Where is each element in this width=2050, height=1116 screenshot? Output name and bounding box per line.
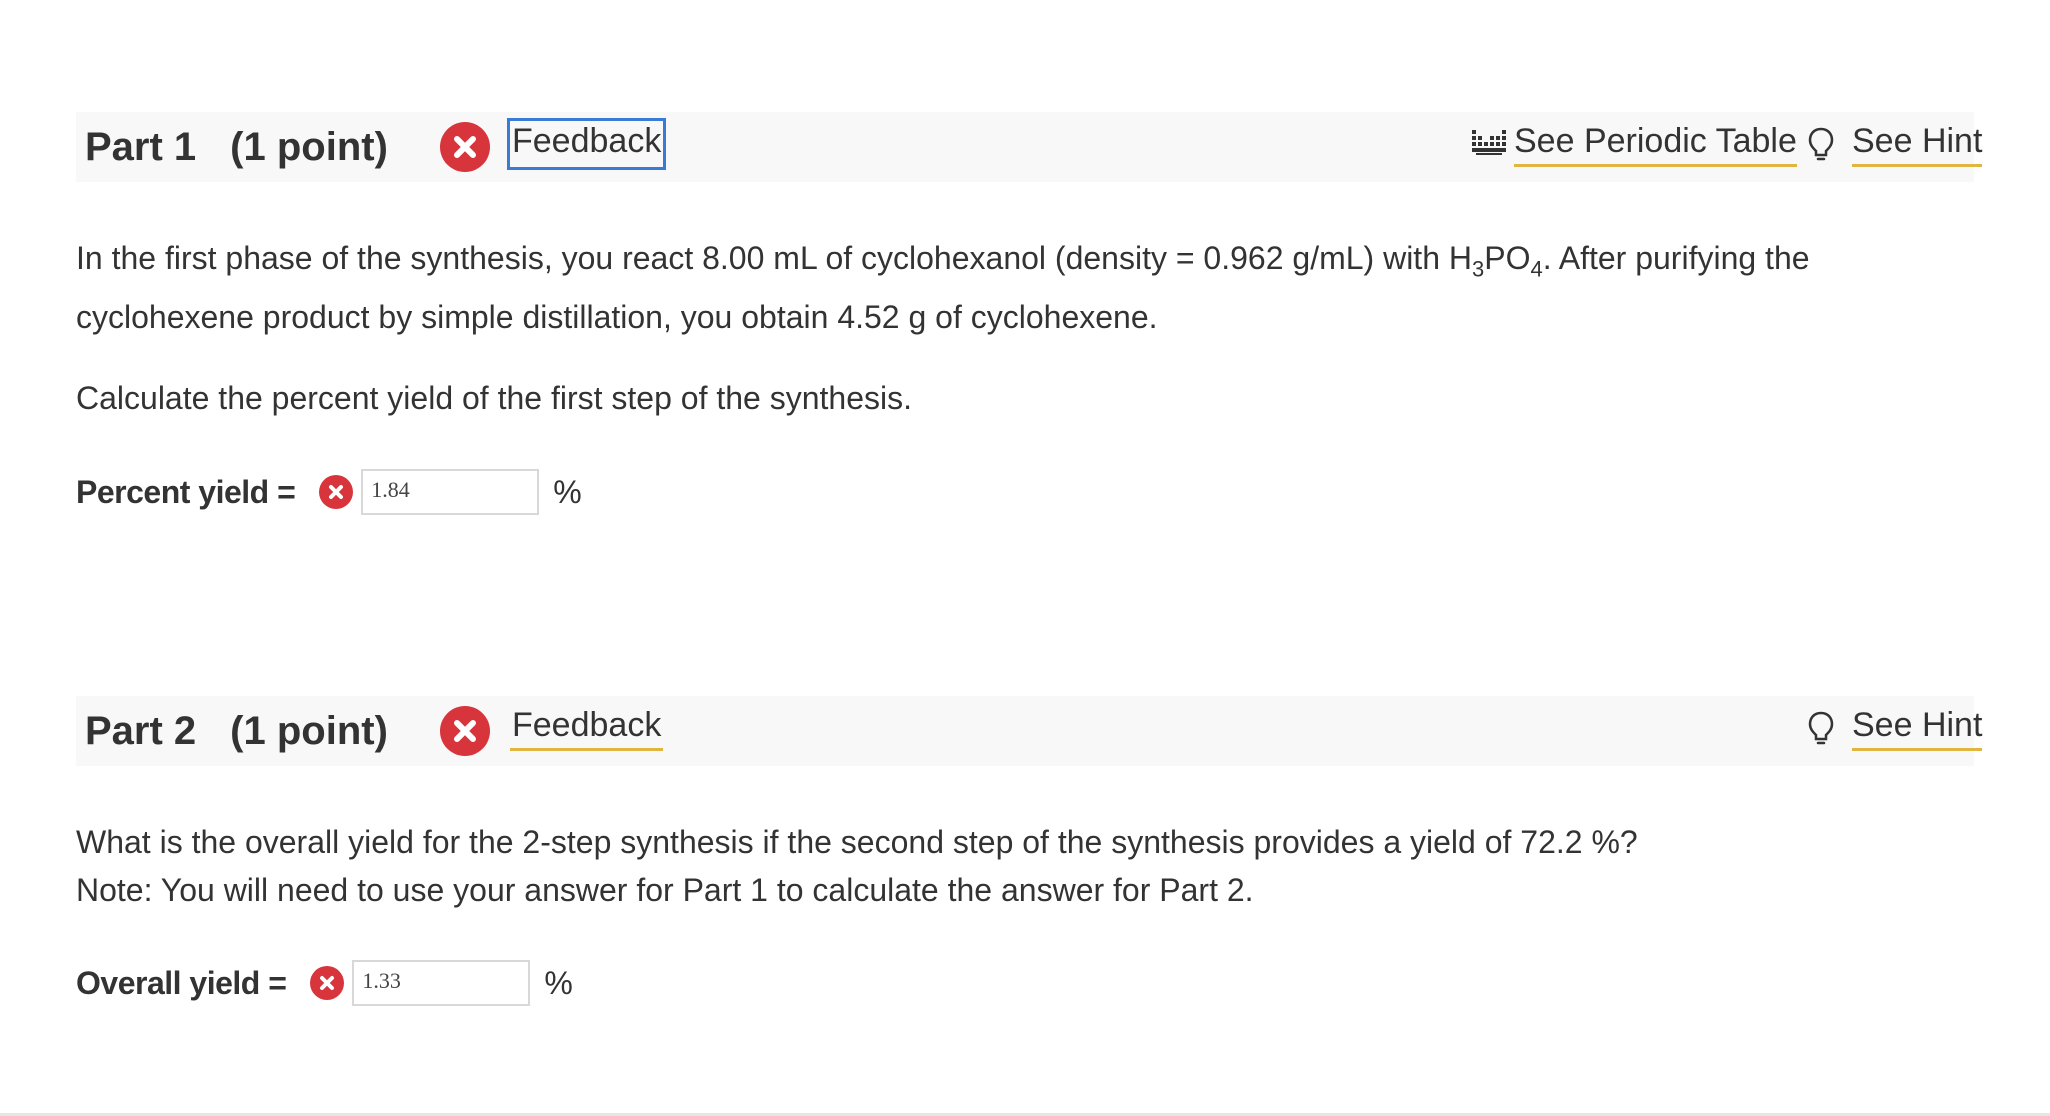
part1-answer-row: Percent yield = 1.84 % — [76, 467, 582, 517]
x-circle-icon — [440, 706, 490, 756]
part2-question-line1: What is the overall yield for the 2-step… — [76, 824, 1638, 860]
part2-points: (1 point) — [230, 708, 388, 753]
percent-yield-label: Percent yield = — [76, 473, 296, 510]
part1-question-line2: cyclohexene product by simple distillati… — [76, 299, 1158, 336]
lightbulb-icon — [1808, 710, 1834, 753]
part1-prompt: Calculate the percent yield of the first… — [76, 380, 912, 416]
part2-answer-row: Overall yield = 1.33 % — [76, 958, 573, 1008]
part2-question-line2: Note: You will need to use your answer f… — [76, 872, 1254, 908]
part2-header: Part 2 (1 point) — [76, 696, 1974, 766]
percent-yield-input[interactable]: 1.84 — [361, 469, 540, 515]
periodic-table-icon — [1472, 128, 1506, 161]
percent-unit: % — [553, 473, 582, 510]
x-circle-icon — [440, 122, 490, 172]
part1-title: Part 1 (1 point) — [85, 125, 388, 170]
percent-unit: % — [544, 964, 573, 1001]
overall-yield-label: Overall yield = — [76, 964, 287, 1001]
part1-see-hint-link[interactable]: See Hint — [1852, 121, 1983, 167]
part2-title: Part 2 (1 point) — [85, 709, 388, 754]
incorrect-icon — [310, 966, 345, 1000]
incorrect-icon — [319, 475, 354, 509]
part2-see-hint-link[interactable]: See Hint — [1852, 705, 1983, 751]
part2-feedback-link[interactable]: Feedback — [510, 705, 664, 751]
part2-question: What is the overall yield for the 2-step… — [76, 818, 1956, 914]
part1-question: In the first phase of the synthesis, you… — [76, 234, 1956, 341]
see-periodic-table-link[interactable]: See Periodic Table — [1514, 121, 1797, 167]
part1-label: Part 1 — [85, 124, 197, 169]
part2-label: Part 2 — [85, 708, 197, 753]
overall-yield-input[interactable]: 1.33 — [352, 960, 531, 1006]
part1-points: (1 point) — [230, 124, 388, 169]
lightbulb-icon — [1808, 126, 1834, 169]
assignment-page: Part 1 (1 point) Feedback See Periodic T… — [0, 0, 2050, 1116]
part1-question-line1: In the first phase of the synthesis, you… — [76, 240, 1810, 282]
part1-feedback-link[interactable]: Feedback — [506, 118, 667, 170]
